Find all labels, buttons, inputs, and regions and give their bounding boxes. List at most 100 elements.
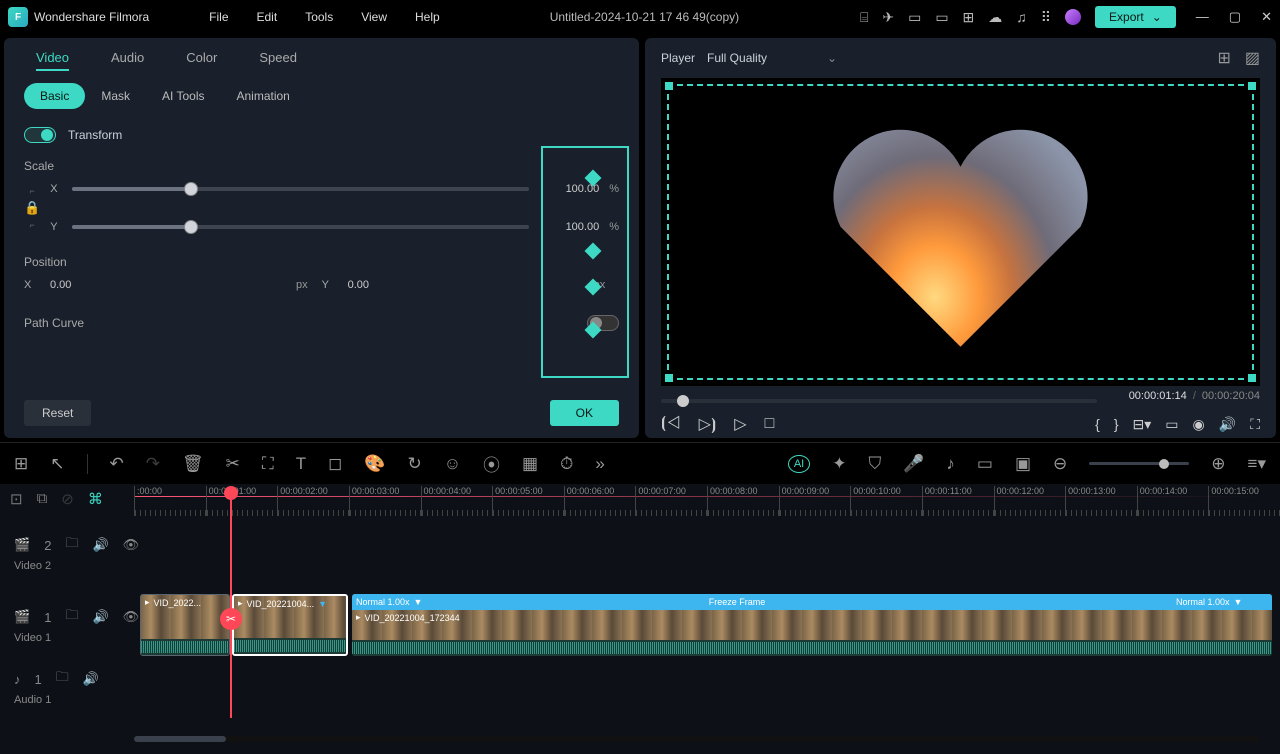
text-icon[interactable]: T <box>296 454 306 474</box>
grid-icon[interactable]: ⠿ <box>1041 9 1051 26</box>
tab-video[interactable]: Video <box>36 50 69 71</box>
preview-canvas[interactable] <box>661 78 1260 386</box>
mute-icon[interactable]: 🔊 <box>92 609 108 625</box>
tab-color[interactable]: Color <box>186 50 217 71</box>
sparkle-icon[interactable]: ✦ <box>832 454 846 474</box>
tab-audio[interactable]: Audio <box>111 50 144 71</box>
play-next-button[interactable]: ▷⦘ <box>699 414 717 434</box>
subtab-animation[interactable]: Animation <box>220 83 305 109</box>
fullscreen-icon[interactable]: ⛶ <box>1250 416 1260 433</box>
app-icon[interactable]: ⊞ <box>963 9 975 26</box>
playhead[interactable]: ✂ <box>230 488 232 718</box>
layout-icon[interactable]: ≡▾ <box>1248 454 1266 474</box>
stop-button[interactable]: □ <box>765 415 775 433</box>
subtab-basic[interactable]: Basic <box>24 83 85 109</box>
playhead-head-icon[interactable] <box>224 486 238 500</box>
minimize-button[interactable]: ― <box>1196 9 1209 25</box>
crop-icon[interactable]: ⛶ <box>262 454 274 474</box>
track-body-a1[interactable] <box>134 662 1280 712</box>
link-xy-icon[interactable]: 🔒 <box>24 200 40 216</box>
play-button[interactable]: ▷ <box>734 414 746 434</box>
pin-icon[interactable]: ⊡ <box>10 490 23 508</box>
more-icon[interactable]: » <box>595 454 604 474</box>
scale-y-slider[interactable] <box>72 225 529 229</box>
reset-button[interactable]: Reset <box>24 400 91 426</box>
timeline-scrollbar[interactable] <box>134 736 1260 742</box>
folder-icon[interactable]: 🗀 <box>56 668 69 690</box>
clip-b-selected[interactable]: ▸VID_20221004...▼ <box>232 594 348 656</box>
zoom-out-icon[interactable]: ⊖ <box>1053 454 1067 474</box>
volume-icon[interactable]: 🔊 <box>1219 416 1236 433</box>
menu-file[interactable]: File <box>209 10 228 24</box>
subtab-mask[interactable]: Mask <box>85 83 146 109</box>
transform-toggle[interactable] <box>24 127 56 143</box>
scale-x-slider[interactable] <box>72 187 529 191</box>
palette-icon[interactable]: 🎨 <box>364 454 385 474</box>
redo-icon[interactable]: ↷ <box>146 454 160 474</box>
scrollbar-thumb[interactable] <box>134 736 226 742</box>
mute-icon[interactable]: 🔊 <box>83 671 99 687</box>
message-icon[interactable]: ▭ <box>908 9 921 26</box>
face-icon[interactable]: ☺ <box>444 454 461 474</box>
clip-a[interactable]: ▸VID_2022... <box>140 594 230 656</box>
track-body-v2[interactable] <box>134 518 1280 588</box>
handle-tl[interactable] <box>665 82 673 90</box>
unlink-icon[interactable]: ⊘ <box>61 490 74 508</box>
menu-tools[interactable]: Tools <box>305 10 333 24</box>
headphones-icon[interactable]: ♫ <box>1016 9 1027 25</box>
menu-view[interactable]: View <box>361 10 387 24</box>
timeline-ruler[interactable]: :00:00 00:00:01:00 00:00:02:00 00:00:03:… <box>134 486 1280 516</box>
progress-thumb[interactable] <box>677 395 689 407</box>
modules-icon[interactable]: ⊞ <box>14 454 28 474</box>
refresh-icon[interactable]: ↻ <box>407 454 421 474</box>
frame-icon[interactable]: ▣ <box>1015 454 1031 474</box>
cut-icon[interactable]: ✂ <box>226 454 240 474</box>
menu-edit[interactable]: Edit <box>257 10 278 24</box>
pointer-icon[interactable]: ↖ <box>50 454 64 474</box>
folder-icon[interactable]: 🗀 <box>65 606 78 628</box>
prev-frame-button[interactable]: ⦗◁ <box>661 415 681 433</box>
display-icon[interactable]: ▭ <box>1165 416 1178 433</box>
mic-icon[interactable]: 🎤 <box>903 454 924 474</box>
zoom-in-icon[interactable]: ⊕ <box>1211 454 1225 474</box>
share-icon[interactable]: ✈ <box>882 9 894 26</box>
clip-c[interactable]: Normal 1.00x▼ Freeze Frame Normal 1.00x▼… <box>352 594 1272 656</box>
link-track-icon[interactable]: ⧉ <box>37 490 48 508</box>
track-body-v1[interactable]: ▸VID_2022... ▸VID_20221004...▼ Normal 1.… <box>134 590 1280 660</box>
brace-open-icon[interactable]: { <box>1095 416 1100 433</box>
playhead-cut-icon[interactable]: ✂ <box>220 608 242 630</box>
subtab-aitools[interactable]: AI Tools <box>146 83 220 109</box>
gift-icon[interactable]: ⌸ <box>860 9 868 26</box>
handle-br[interactable] <box>1248 374 1256 382</box>
ok-button[interactable]: OK <box>550 400 619 426</box>
folder-icon[interactable]: 🗀 <box>65 534 78 556</box>
record-icon[interactable]: ⦿ <box>483 451 500 476</box>
handle-bl[interactable] <box>665 374 673 382</box>
delete-icon[interactable]: 🗑 <box>182 454 204 474</box>
ratio-icon[interactable]: ⊟▾ <box>1133 416 1152 433</box>
overlay-icon[interactable]: ▭ <box>977 454 993 474</box>
camera-icon[interactable]: ◉ <box>1193 416 1205 433</box>
brace-close-icon[interactable]: } <box>1114 416 1119 433</box>
maximize-button[interactable]: ▢ <box>1229 9 1241 25</box>
menu-help[interactable]: Help <box>415 10 440 24</box>
close-button[interactable]: ✕ <box>1261 9 1272 25</box>
export-button[interactable]: Export ⌄ <box>1095 6 1176 28</box>
mute-icon[interactable]: 🔊 <box>92 537 108 553</box>
zoom-slider[interactable] <box>1089 462 1189 465</box>
shape-icon[interactable]: ◻ <box>328 454 342 474</box>
quality-dropdown[interactable]: Full Quality ⌄ <box>707 49 837 67</box>
tab-speed[interactable]: Speed <box>259 50 297 71</box>
undo-icon[interactable]: ↶ <box>110 454 124 474</box>
calc-icon[interactable]: ▦ <box>522 454 538 474</box>
handle-tr[interactable] <box>1248 82 1256 90</box>
grid-view-icon[interactable]: ⊞ <box>1217 48 1230 68</box>
shield-icon[interactable]: ⛉ <box>869 454 882 474</box>
screen-icon[interactable]: ▭ <box>935 9 948 26</box>
image-view-icon[interactable]: ▨ <box>1245 48 1260 68</box>
pos-x-value[interactable]: 0.00 <box>46 277 286 293</box>
playback-progress[interactable] <box>661 399 1097 403</box>
magnet-icon[interactable]: ⌘ <box>88 490 103 508</box>
timer-icon[interactable]: ⏱ <box>560 454 573 474</box>
music-icon[interactable]: ♪ <box>946 454 955 474</box>
